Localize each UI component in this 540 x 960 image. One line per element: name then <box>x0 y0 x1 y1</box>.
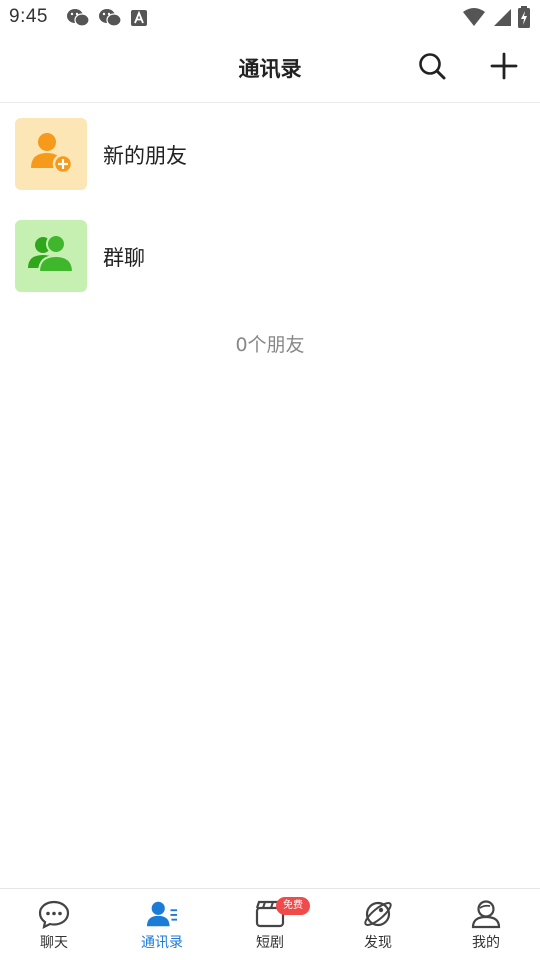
status-time: 9:45 <box>9 6 48 27</box>
wechat-icon <box>66 8 90 32</box>
top-navigation-bar: 通讯录 <box>0 36 540 103</box>
plus-icon <box>489 51 519 85</box>
wechat-icon <box>98 8 122 32</box>
tab-contacts[interactable]: 通讯录 <box>108 889 216 960</box>
page-title: 通讯录 <box>238 57 302 81</box>
add-friend-icon-tile <box>15 118 87 190</box>
list-item-label: 新的朋友 <box>103 144 187 168</box>
tab-me[interactable]: 我的 <box>432 889 540 960</box>
tab-label: 短剧 <box>256 935 284 951</box>
search-button[interactable] <box>414 50 450 86</box>
list-item-label: 群聊 <box>103 246 145 270</box>
contacts-screen: 9:45 通讯录 新的朋友 群聊 0个朋友 聊天 通讯录 免费 短剧 发现 我的 <box>0 0 540 960</box>
contacts-icon <box>146 899 178 929</box>
list-item-group-chats[interactable]: 群聊 <box>0 205 540 307</box>
group-chat-icon-tile <box>15 220 87 292</box>
chat-bubble-icon <box>38 899 70 929</box>
planet-icon <box>362 899 394 929</box>
tab-label: 发现 <box>364 935 392 951</box>
friend-count-text: 0个朋友 <box>235 334 305 356</box>
add-button[interactable] <box>486 50 522 86</box>
signal-icon <box>492 7 512 31</box>
group-chat-icon <box>26 230 76 282</box>
tab-label: 我的 <box>472 935 500 951</box>
status-system-icons <box>462 6 530 32</box>
status-notification-icons <box>66 8 148 32</box>
tab-chats[interactable]: 聊天 <box>0 889 108 960</box>
a-icon <box>130 9 148 31</box>
tab-label: 通讯录 <box>141 935 183 951</box>
contacts-list: 新的朋友 群聊 <box>0 103 540 307</box>
status-bar: 9:45 <box>0 0 540 36</box>
tab-discover[interactable]: 发现 <box>324 889 432 960</box>
profile-icon <box>470 899 502 929</box>
tab-short-dramas[interactable]: 免费 短剧 <box>216 889 324 960</box>
list-item-new-friends[interactable]: 新的朋友 <box>0 103 540 205</box>
add-friend-icon <box>27 128 75 180</box>
tab-label: 聊天 <box>40 935 68 951</box>
free-badge: 免费 <box>276 897 310 915</box>
wifi-icon <box>462 7 486 31</box>
search-icon <box>417 51 447 85</box>
bottom-tab-bar: 聊天 通讯录 免费 短剧 发现 我的 <box>0 888 540 960</box>
battery-charging-icon <box>518 6 530 32</box>
